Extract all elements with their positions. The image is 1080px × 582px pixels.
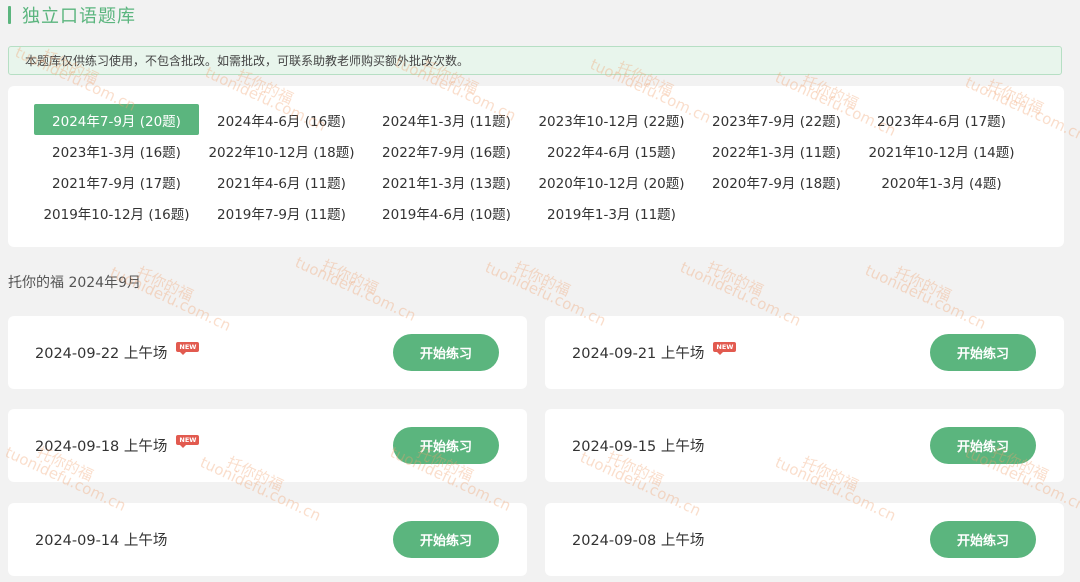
question-bank-grid: 2024年7-9月 (20题) 2024年4-6月 (16题) 2024年1-3月 … [34, 104, 1024, 228]
question-bank-item[interactable]: 2023年7-9月 (22题) [694, 104, 859, 135]
session-date-label: 2024-09-08 上午场 [572, 533, 705, 549]
start-practice-button[interactable]: 开始练习 [393, 521, 499, 558]
question-bank-item[interactable]: 2023年4-6月 (17题) [859, 104, 1024, 135]
session-card: 2024-09-08 上午场 开始练习 [545, 503, 1064, 576]
start-practice-button[interactable]: 开始练习 [930, 334, 1036, 371]
new-badge: NEW [176, 434, 200, 448]
question-bank-item[interactable]: 2020年1-3月 (4题) [859, 166, 1024, 197]
question-bank-item[interactable]: 2019年7-9月 (11题) [199, 197, 364, 228]
session-card: 2024-09-22 上午场 NEW 开始练习 [8, 316, 527, 389]
session-date-label: 2024-09-18 上午场 [35, 439, 168, 455]
watermark-text: 托你的福 [319, 256, 382, 298]
question-bank-item[interactable]: 2024年7-9月 (20题) [34, 104, 199, 135]
question-bank-item[interactable]: 2021年7-9月 (17题) [34, 166, 199, 197]
start-practice-button[interactable]: 开始练习 [393, 334, 499, 371]
title-accent-bar [8, 6, 11, 24]
session-date-label: 2024-09-15 上午场 [572, 439, 705, 455]
question-bank-item[interactable]: 2024年1-3月 (11题) [364, 104, 529, 135]
session-date-label: 2024-09-14 上午场 [35, 533, 168, 549]
question-bank-item[interactable]: 2019年4-6月 (10题) [364, 197, 529, 228]
session-date-label: 2024-09-21 上午场 [572, 346, 705, 362]
question-bank-item[interactable]: 2019年1-3月 (11题) [529, 197, 694, 228]
question-bank-item[interactable]: 2023年1-3月 (16题) [34, 135, 199, 166]
question-bank-item[interactable]: 2023年10-12月 (22题) [529, 104, 694, 135]
question-bank-item[interactable]: 2022年7-9月 (16题) [364, 135, 529, 166]
start-practice-button[interactable]: 开始练习 [930, 521, 1036, 558]
question-bank-item[interactable]: 2020年10-12月 (20题) [529, 166, 694, 197]
new-badge: NEW [713, 341, 737, 355]
question-bank-item[interactable]: 2020年7-9月 (18题) [694, 166, 859, 197]
session-date-label: 2024-09-22 上午场 [35, 346, 168, 362]
question-bank-item[interactable]: 2022年4-6月 (15题) [529, 135, 694, 166]
watermark-text: tuonidefu.com.cn [292, 253, 419, 325]
section-label: 托你的福 2024年9月 [8, 275, 141, 291]
question-bank-item[interactable]: 2024年4-6月 (16题) [199, 104, 364, 135]
watermark-text: 托你的福 [134, 263, 197, 305]
session-card: 2024-09-14 上午场 开始练习 [8, 503, 527, 576]
session-card: 2024-09-15 上午场 开始练习 [545, 409, 1064, 482]
start-practice-button[interactable]: 开始练习 [393, 427, 499, 464]
question-bank-panel: 2024年7-9月 (20题) 2024年4-6月 (16题) 2024年1-3月 … [8, 86, 1064, 247]
page-header: 独立口语题库 [8, 4, 136, 27]
question-bank-item[interactable]: 2022年10-12月 (18题) [199, 135, 364, 166]
notice-banner: 本题库仅供练习使用，不包含批改。如需批改，可联系助教老师购买额外批改次数。 [8, 46, 1062, 75]
new-badge: NEW [176, 341, 200, 355]
session-card: 2024-09-21 上午场 NEW 开始练习 [545, 316, 1064, 389]
question-bank-item[interactable]: 2022年1-3月 (11题) [694, 135, 859, 166]
notice-text: 本题库仅供练习使用，不包含批改。如需批改，可联系助教老师购买额外批改次数。 [25, 54, 470, 68]
watermark-text: 托你的福 [511, 258, 574, 300]
session-card: 2024-09-18 上午场 NEW 开始练习 [8, 409, 527, 482]
start-practice-button[interactable]: 开始练习 [930, 427, 1036, 464]
watermark-text: 托你的福 [892, 263, 955, 305]
question-bank-item[interactable]: 2021年4-6月 (11题) [199, 166, 364, 197]
question-bank-item[interactable]: 2021年10-12月 (14题) [859, 135, 1024, 166]
question-bank-item[interactable]: 2021年1-3月 (13题) [364, 166, 529, 197]
watermark-text: 托你的福 [704, 258, 767, 300]
page-title: 独立口语题库 [22, 6, 136, 27]
question-bank-item[interactable]: 2019年10-12月 (16题) [34, 197, 199, 228]
